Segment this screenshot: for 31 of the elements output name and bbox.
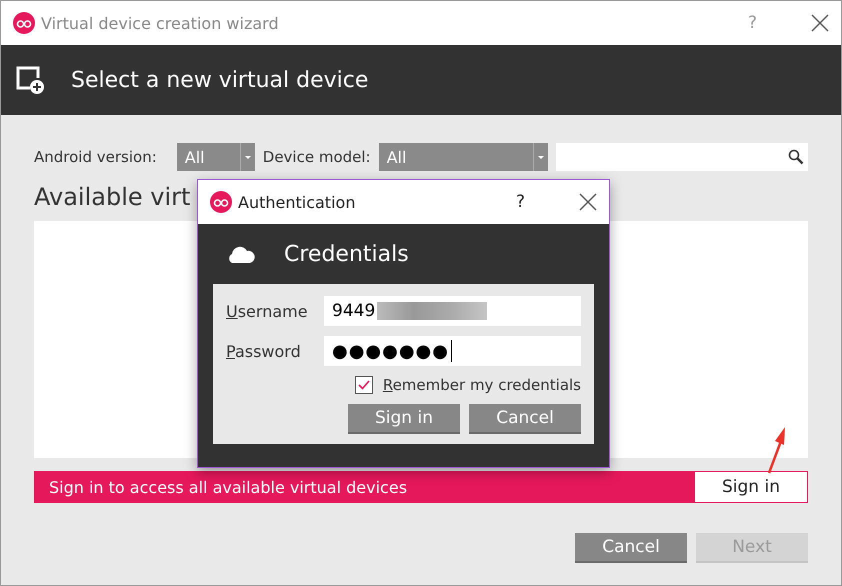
sign-in-button[interactable]: Sign in [348,404,460,434]
password-field[interactable]: ●●●●●●● [324,336,581,366]
page-heading: Select a new virtual device [71,68,368,92]
field-label: Username [226,302,309,320]
help-button[interactable]: ? [516,192,525,212]
field-label: Password [226,342,302,360]
cancel-button[interactable]: Cancel [469,404,581,434]
banner-text: Sign in to access all available virtual devices [49,478,408,496]
section-title: Available virt [34,183,190,211]
checkmark-icon [358,380,370,390]
window-title: Virtual device creation wizard [41,14,280,32]
add-device-icon [15,65,45,95]
field-label: Device model: [262,148,371,166]
cancel-button[interactable]: Cancel [575,533,687,563]
app-logo-icon [210,191,232,213]
search-icon [788,149,804,165]
dialog-title: Authentication [238,192,356,212]
help-button[interactable]: ? [748,13,757,33]
username-field[interactable]: 9449 [324,296,581,326]
device-model-dropdown[interactable]: All [378,143,548,171]
sign-in-button[interactable]: Sign in [695,472,807,502]
close-icon[interactable] [811,14,829,32]
app-logo-icon [13,12,35,34]
checkbox-label: Remember my credentials [382,376,581,394]
dialog-heading: Credentials [284,242,409,266]
search-field[interactable] [556,143,808,171]
remember-checkbox[interactable] [354,376,373,394]
field-label: Android version: [34,148,157,166]
android-version-dropdown[interactable]: All [176,143,255,171]
cloud-icon [226,244,256,264]
close-icon[interactable] [579,193,597,211]
